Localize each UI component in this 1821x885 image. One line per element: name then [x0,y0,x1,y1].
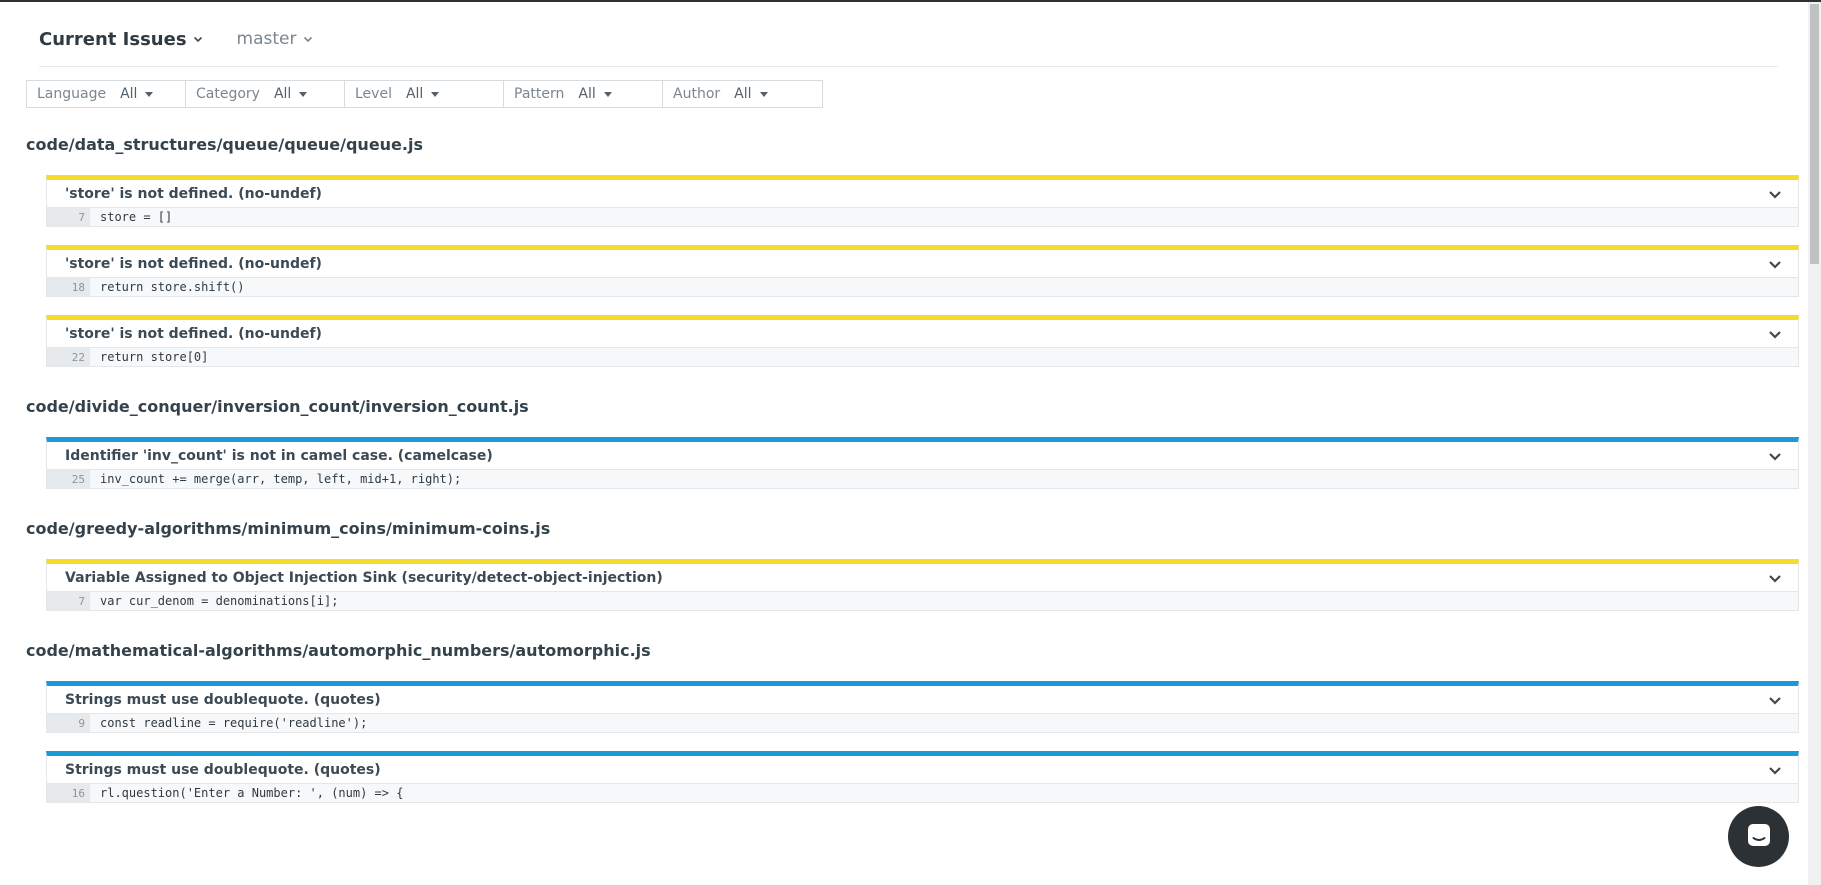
filter-value: All [734,86,768,102]
file-path[interactable]: code/divide_conquer/inversion_count/inve… [26,397,1778,417]
line-number: 7 [47,208,90,226]
filter-language[interactable]: Language All [27,81,186,107]
issue-title: Variable Assigned to Object Injection Si… [65,569,663,586]
issue-header[interactable]: 'store' is not defined. (no-undef) [46,175,1799,207]
file-path[interactable]: code/greedy-algorithms/minimum_coins/min… [26,519,1778,539]
issue-card: 'store' is not defined. (no-undef) 7 sto… [46,175,1799,227]
issue-title: 'store' is not defined. (no-undef) [65,185,322,202]
page-header: Current Issues master [39,2,1778,67]
filter-level[interactable]: Level All [345,81,504,107]
chevron-down-icon[interactable] [1768,695,1782,705]
filter-label: Language [37,86,107,102]
filter-category[interactable]: Category All [186,81,345,107]
issue-title: 'store' is not defined. (no-undef) [65,255,322,272]
chevron-down-icon[interactable] [1768,259,1782,269]
filter-label: Author [673,86,721,102]
line-number: 25 [47,470,90,488]
line-number: 22 [47,348,90,366]
current-issues-dropdown[interactable]: Current Issues [39,29,203,50]
issue-header[interactable]: 'store' is not defined. (no-undef) [46,245,1799,277]
scrollbar-thumb[interactable] [1810,4,1819,264]
code-line: store = [] [100,210,173,224]
code-snippet: 9 const readline = require('readline'); [46,713,1799,733]
code-snippet: 25 inv_count += merge(arr, temp, left, m… [46,469,1799,489]
issue-title: Strings must use doublequote. (quotes) [65,761,381,778]
code-line: inv_count += merge(arr, temp, left, mid+… [100,472,462,486]
issue-card: 'store' is not defined. (no-undef) 22 re… [46,315,1799,367]
chevron-down-icon[interactable] [1768,329,1782,339]
code-snippet: 16 rl.question('Enter a Number: ', (num)… [46,783,1799,803]
issue-header[interactable]: 'store' is not defined. (no-undef) [46,315,1799,347]
caret-down-icon [603,91,612,97]
chat-launcher-button[interactable] [1728,806,1789,867]
caret-down-icon [299,91,308,97]
filter-value: All [578,86,612,102]
line-number: 9 [47,714,90,732]
issue-header[interactable]: Strings must use doublequote. (quotes) [46,681,1799,713]
filter-value: All [120,86,154,102]
caret-down-icon [759,91,768,97]
file-path[interactable]: code/mathematical-algorithms/automorphic… [26,641,1778,661]
filter-bar: Language All Category All Level All Patt… [26,80,823,108]
issue-header[interactable]: Strings must use doublequote. (quotes) [46,751,1799,783]
line-number: 7 [47,592,90,610]
issue-card: Variable Assigned to Object Injection Si… [46,559,1799,611]
line-number: 18 [47,278,90,296]
code-snippet: 22 return store[0] [46,347,1799,367]
chevron-down-icon [303,35,313,43]
issue-title: Identifier 'inv_count' is not in camel c… [65,447,493,464]
issue-title: 'store' is not defined. (no-undef) [65,325,322,342]
line-number: 16 [47,784,90,802]
chevron-down-icon[interactable] [1768,189,1782,199]
branch-dropdown[interactable]: master [237,29,313,49]
issue-title: Strings must use doublequote. (quotes) [65,691,381,708]
issue-card: 'store' is not defined. (no-undef) 18 re… [46,245,1799,297]
branch-name: master [236,29,297,49]
filter-value: All [274,86,308,102]
issue-header[interactable]: Variable Assigned to Object Injection Si… [46,559,1799,591]
chevron-down-icon[interactable] [1768,765,1782,775]
vertical-scrollbar[interactable] [1808,2,1821,885]
chevron-down-icon[interactable] [1768,573,1782,583]
code-line: return store.shift() [100,280,245,294]
code-snippet: 7 store = [] [46,207,1799,227]
issue-card: Identifier 'inv_count' is not in camel c… [46,437,1799,489]
filter-author[interactable]: Author All [663,81,822,107]
caret-down-icon [431,91,440,97]
filter-pattern[interactable]: Pattern All [504,81,663,107]
code-line: const readline = require('readline'); [100,716,368,730]
chevron-down-icon[interactable] [1768,451,1782,461]
filter-value: All [406,86,440,102]
caret-down-icon [145,91,154,97]
chat-icon [1745,821,1773,853]
issues-page: Current Issues master Language All Categ… [26,2,1799,803]
issue-header[interactable]: Identifier 'inv_count' is not in camel c… [46,437,1799,469]
code-line: rl.question('Enter a Number: ', (num) =>… [100,786,404,800]
filter-label: Category [196,86,260,102]
issue-card: Strings must use doublequote. (quotes) 9… [46,681,1799,733]
filter-label: Level [355,86,392,102]
code-snippet: 7 var cur_denom = denominations[i]; [46,591,1799,611]
file-path[interactable]: code/data_structures/queue/queue/queue.j… [26,135,1778,155]
code-line: return store[0] [100,350,209,364]
chevron-down-icon [193,35,203,43]
code-snippet: 18 return store.shift() [46,277,1799,297]
filter-label: Pattern [514,86,565,102]
code-line: var cur_denom = denominations[i]; [100,594,339,608]
issue-card: Strings must use doublequote. (quotes) 1… [46,751,1799,803]
page-title: Current Issues [39,28,187,50]
